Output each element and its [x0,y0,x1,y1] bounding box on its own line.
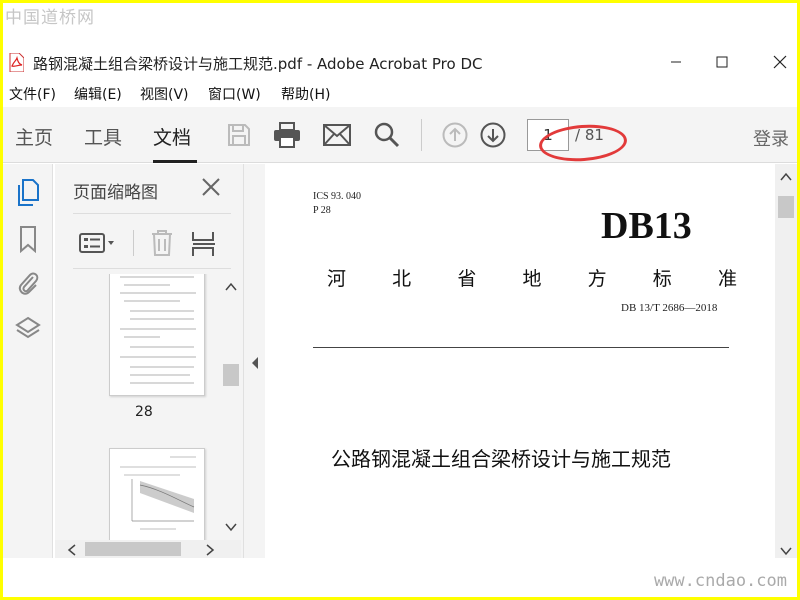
standard-type-heading: 河 北 省 地 方 标 准 [327,264,737,291]
attachments-button[interactable] [14,268,42,298]
standard-number: DB 13/T 2686—2018 [621,302,718,314]
menu-window[interactable]: 窗口(W) [208,84,261,104]
tab-document[interactable]: 文档 [153,123,191,150]
scrollbar-thumb[interactable] [223,364,239,386]
menu-edit[interactable]: 编辑(E) [74,84,122,104]
maximize-icon [716,56,728,68]
print-icon [274,122,300,148]
tools-divider [133,230,134,256]
heading-char: 方 [587,268,607,290]
heading-char: 准 [717,268,737,290]
minimize-icon [671,61,681,63]
scroll-left-icon[interactable] [67,544,77,556]
bookmarks-button[interactable] [14,224,42,254]
print-button[interactable] [273,121,301,149]
next-page-button[interactable] [479,121,507,149]
menu-bar: 文件(F) 编辑(E) 视图(V) 窗口(W) 帮助(H) [3,81,797,105]
close-panel-icon[interactable] [200,176,222,198]
close-icon [773,55,787,69]
thumbnail-page-29[interactable] [109,448,205,540]
menu-file[interactable]: 文件(F) [9,84,56,104]
thumbnail-page-28[interactable] [109,274,205,396]
document-title: 公路钢混凝土组合梁桥设计与施工规范 [331,447,671,471]
prev-page-button[interactable] [441,121,469,149]
panel-collapse-bar[interactable] [243,164,265,558]
heading-char: 河 [327,268,347,290]
email-button[interactable] [323,121,351,149]
thumbnail-content [120,456,196,530]
collapse-panel-icon[interactable] [250,356,260,370]
extract-pages-icon[interactable] [191,230,217,258]
tab-home[interactable]: 主页 [15,123,53,150]
tab-tools[interactable]: 工具 [84,123,122,150]
layers-button[interactable] [14,314,42,344]
document-page: ICS 93. 040 P 28 DB13 河 北 省 地 方 标 准 DB 1… [265,164,775,558]
heading-char: 省 [457,268,477,290]
scroll-up-icon[interactable] [225,282,237,292]
document-classification: ICS 93. 040 P 28 [313,190,361,218]
thumbnails-list: 28 [55,274,221,540]
scroll-down-icon[interactable] [225,522,237,532]
page-thumbnails-icon [18,179,39,206]
watermark-bottom: www.cndao.com [653,571,787,591]
maximize-button[interactable] [699,47,745,77]
options-menu-icon[interactable] [79,232,117,254]
search-button[interactable] [373,121,401,149]
thumbnail-content [120,276,196,384]
menu-help[interactable]: 帮助(H) [281,84,330,104]
delete-icon[interactable] [150,229,174,257]
email-icon [323,124,351,146]
ics-code: ICS 93. 040 [313,191,362,202]
scroll-up-icon[interactable] [780,172,792,182]
toolbar: 主页 工具 文档 1 / 81 登录 [3,107,797,165]
heading-char: 标 [652,268,672,290]
scrollbar-thumb[interactable] [85,542,181,556]
p-code: P 28 [313,205,331,216]
horizontal-rule [313,347,729,348]
attachment-icon [18,272,39,295]
save-button[interactable] [225,121,253,149]
divider [73,213,231,214]
navigation-pane [3,164,53,558]
search-icon [374,122,400,148]
close-window-button[interactable] [757,47,797,77]
pdf-file-icon [9,53,24,72]
scrollbar-thumb[interactable] [778,196,794,218]
prev-page-icon [442,122,468,148]
app-window: 中国道桥网 路钢混凝土组合梁桥设计与施工规范.pdf - Adobe Acrob… [3,3,797,597]
divider [73,268,231,269]
toolbar-divider [421,119,422,151]
minimize-button[interactable] [653,47,699,77]
window-title: 路钢混凝土组合梁桥设计与施工规范.pdf - Adobe Acrobat Pro… [33,55,483,73]
layers-icon [15,316,41,339]
panel-title: 页面缩略图 [73,183,158,203]
next-page-icon [480,122,506,148]
heading-char: 北 [392,268,412,290]
save-icon [228,124,250,146]
thumbnail-page-label: 28 [135,404,153,420]
standard-code: DB13 [601,205,692,247]
thumbnails-horizontal-scrollbar[interactable] [55,540,241,558]
scroll-right-icon[interactable] [205,544,215,556]
active-tab-indicator [153,160,197,163]
menu-view[interactable]: 视图(V) [140,84,189,104]
document-vertical-scrollbar[interactable] [775,164,797,558]
thumbnail-tools [73,222,231,262]
heading-char: 地 [522,268,542,290]
document-view: ICS 93. 040 P 28 DB13 河 北 省 地 方 标 准 DB 1… [265,164,797,558]
login-button[interactable]: 登录 [753,125,789,151]
scroll-down-icon[interactable] [780,546,792,556]
thumbnails-panel: 页面缩略图 28 [55,164,243,558]
watermark-top: 中国道桥网 [5,8,95,28]
title-bar: 路钢混凝土组合梁桥设计与施工规范.pdf - Adobe Acrobat Pro… [3,45,797,81]
page-thumbnails-button[interactable] [14,178,42,208]
bookmark-icon [20,226,36,253]
thumbnails-vertical-scrollbar[interactable] [221,274,241,540]
